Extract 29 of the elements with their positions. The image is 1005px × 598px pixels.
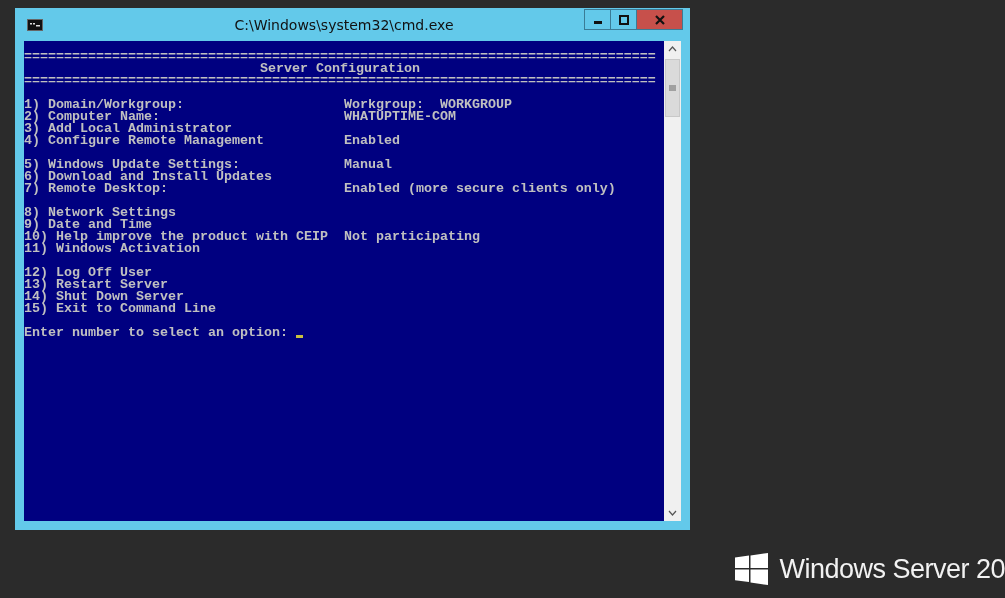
- vertical-scrollbar[interactable]: [664, 41, 681, 521]
- option-value: Enabled (more secure clients only): [343, 183, 616, 195]
- option-value: Not participating: [343, 231, 480, 243]
- menu-option: 8) Network Settings: [24, 205, 176, 220]
- close-icon: [653, 14, 666, 25]
- maximize-button[interactable]: [610, 9, 637, 30]
- menu-option: 1) Domain/Workgroup:: [24, 97, 184, 112]
- scroll-down-icon[interactable]: [668, 510, 677, 516]
- command-prompt-icon: [27, 19, 43, 31]
- menu-option: 5) Windows Update Settings:: [24, 157, 240, 172]
- scroll-up-icon[interactable]: [668, 46, 677, 52]
- option-value: Manual: [343, 159, 392, 171]
- separator-line: ===============================================================================: [24, 75, 656, 87]
- text-cursor: [295, 335, 303, 338]
- separator-line: ===============================================================================: [24, 51, 656, 63]
- input-prompt: Enter number to select an option:: [24, 327, 288, 339]
- brand-name: Windows Server 20: [779, 553, 1005, 585]
- minimize-icon: [593, 21, 602, 24]
- menu-option: 12) Log Off User: [24, 265, 152, 280]
- console-heading: Server Configuration: [259, 61, 420, 76]
- window-title: C:\Windows\system32\cmd.exe: [233, 17, 455, 33]
- scroll-thumb[interactable]: [665, 59, 680, 117]
- close-button[interactable]: [636, 9, 683, 30]
- option-value: Enabled: [343, 135, 400, 147]
- maximize-icon: [618, 14, 629, 25]
- option-value: WHATUPTIME-COM: [343, 111, 456, 123]
- windows-logo-icon: [735, 553, 769, 585]
- option-value: Workgroup: WORKGROUP: [343, 99, 512, 111]
- minimize-button[interactable]: [584, 9, 611, 30]
